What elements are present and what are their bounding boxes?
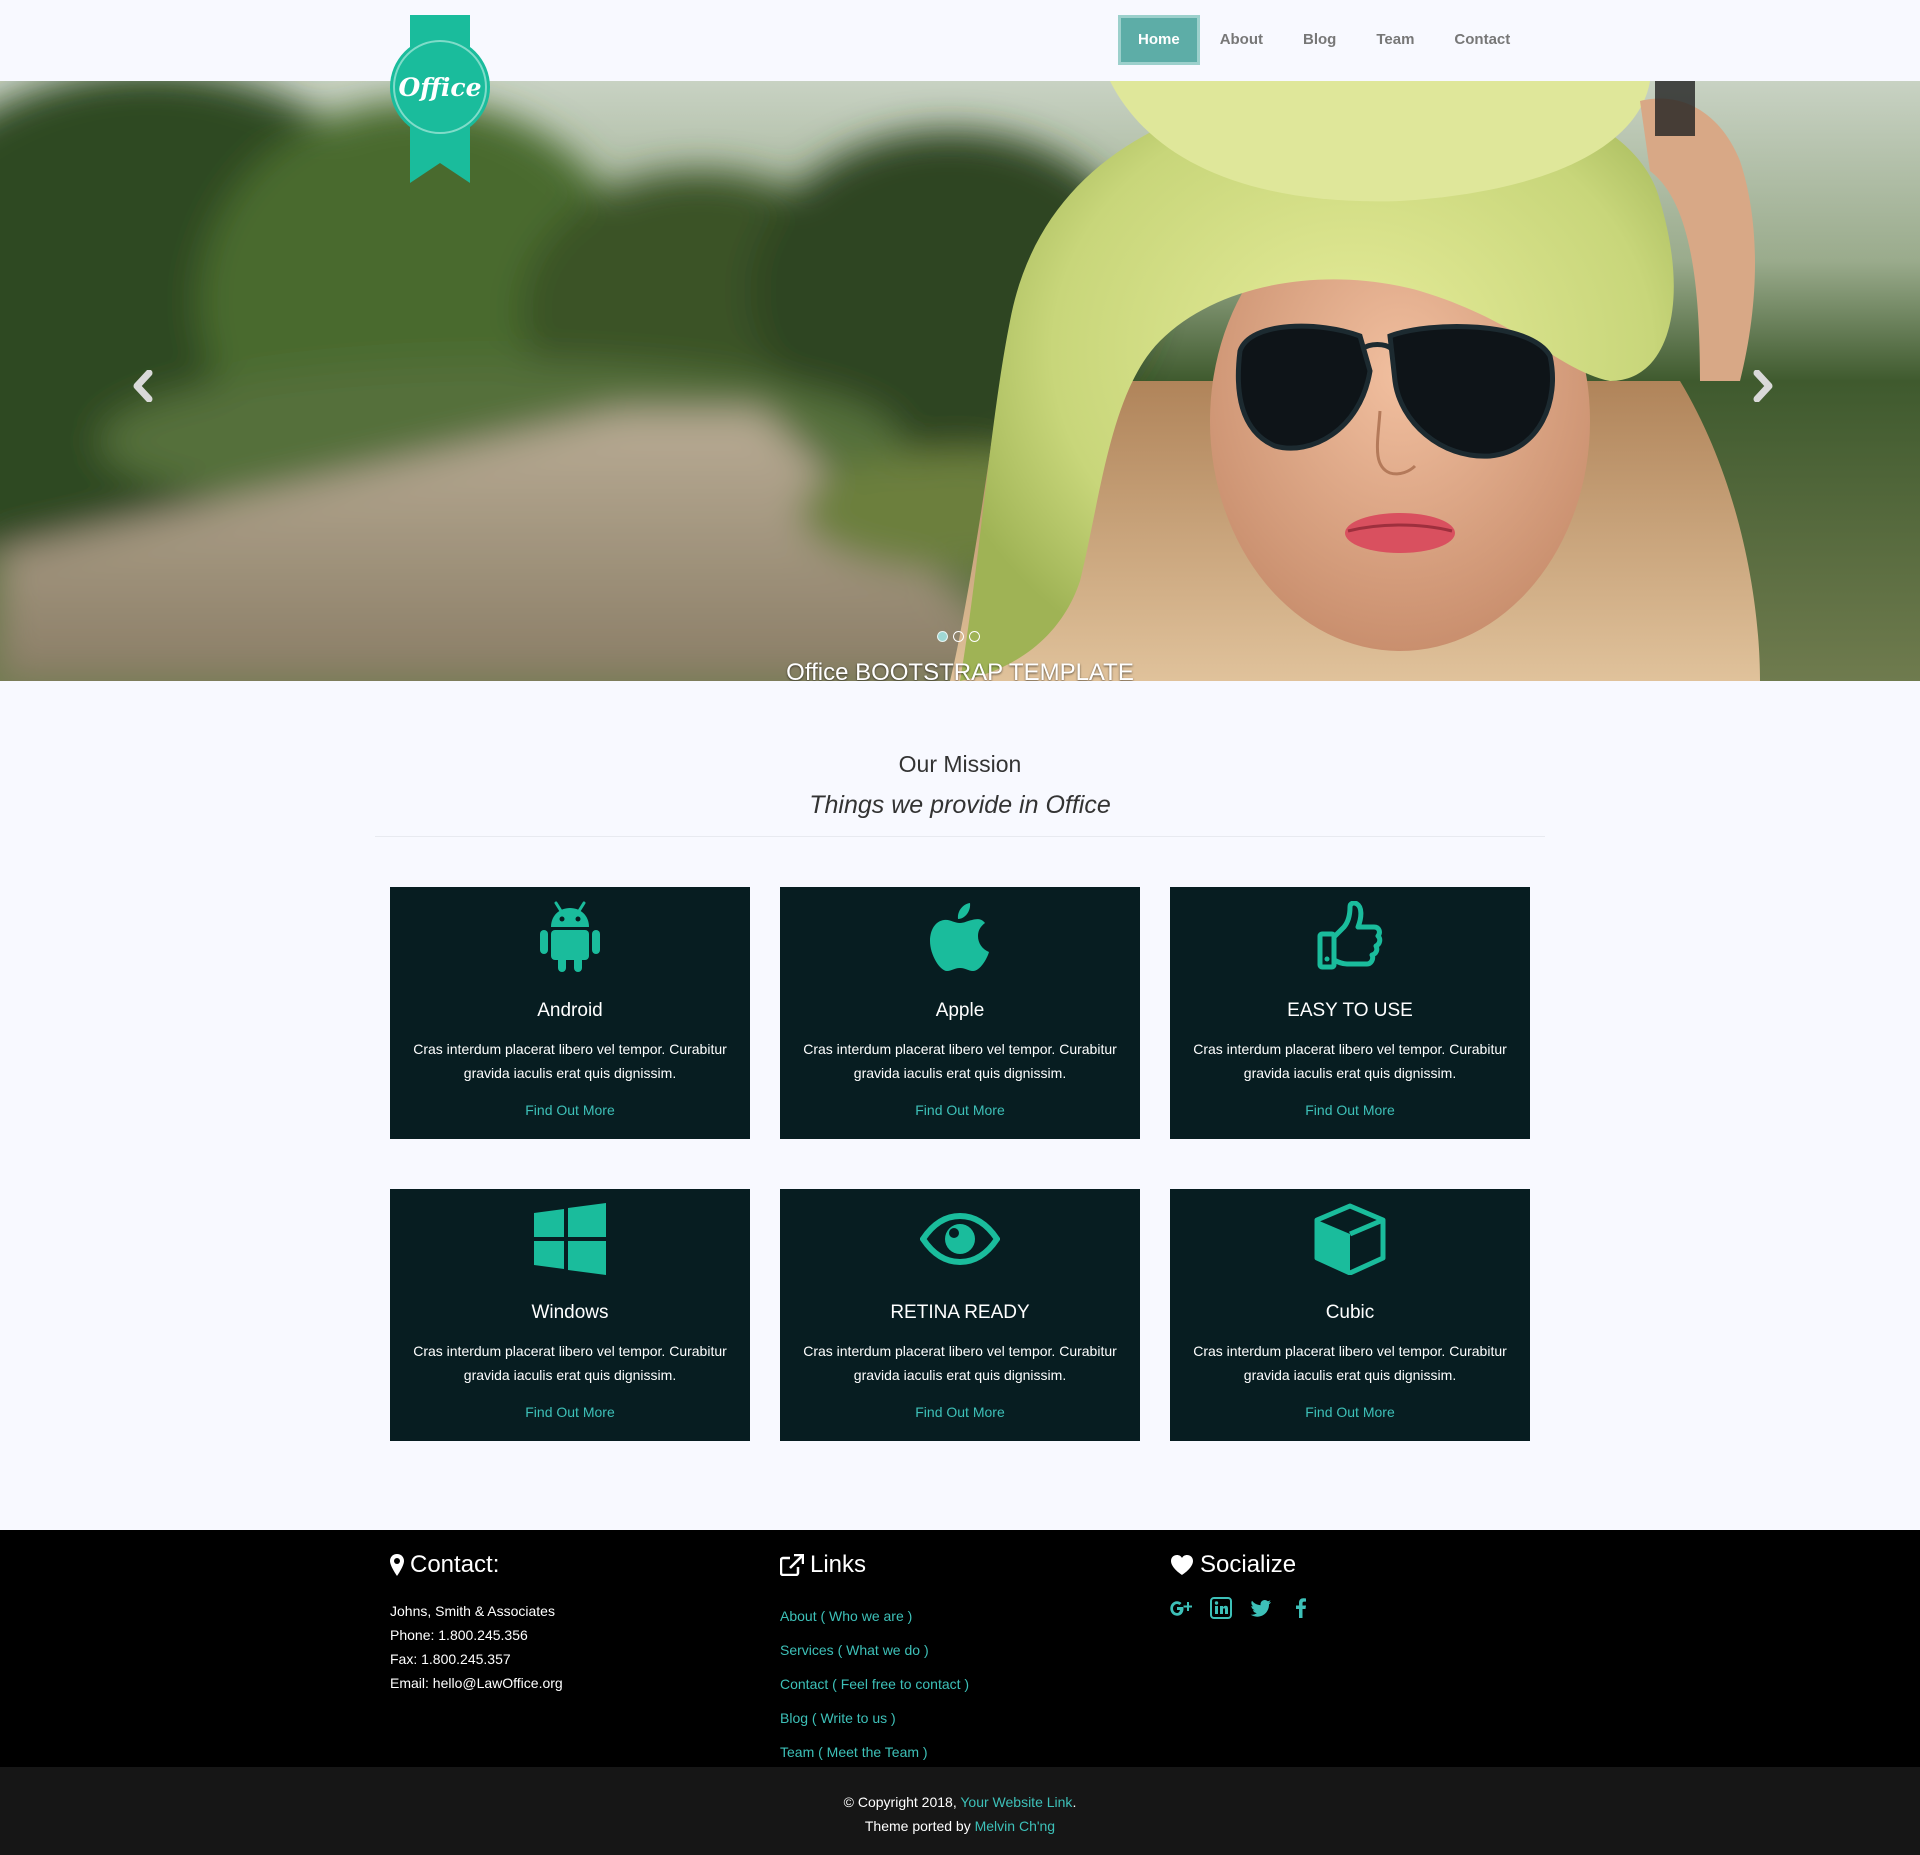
contact-heading: Contact: bbox=[390, 1550, 499, 1580]
author-link[interactable]: Melvin Ch'ng bbox=[975, 1818, 1056, 1834]
chevron-left-icon bbox=[133, 370, 153, 402]
feature-card-cubic: Cubic Cras interdum placerat libero vel … bbox=[1170, 1189, 1530, 1441]
contact-company: Johns, Smith & Associates bbox=[390, 1603, 555, 1619]
nav-blog[interactable]: Blog bbox=[1283, 15, 1356, 65]
contact-fax: Fax: 1.800.245.357 bbox=[390, 1651, 511, 1667]
credit-line: Theme ported by Melvin Ch'ng bbox=[0, 1816, 1920, 1836]
links-heading-text: Links bbox=[810, 1551, 867, 1578]
carousel-prev[interactable] bbox=[118, 361, 168, 411]
find-out-more-link[interactable]: Find Out More bbox=[390, 1402, 750, 1422]
find-out-more-link[interactable]: Find Out More bbox=[1170, 1100, 1530, 1120]
card-title: Apple bbox=[935, 1000, 985, 1021]
mission-subtitle: Things we provide in Office bbox=[809, 791, 1111, 819]
card-text: Cras interdum placerat libero vel tempor… bbox=[803, 1343, 1117, 1383]
nav-contact[interactable]: Contact bbox=[1434, 15, 1530, 65]
feature-card-android: Android Cras interdum placerat libero ve… bbox=[390, 887, 750, 1139]
find-out-more-link[interactable]: Find Out More bbox=[780, 1100, 1140, 1120]
card-title: EASY TO USE bbox=[1287, 1000, 1413, 1021]
hero-caption: Office BOOTSTRAP TEMPLATE bbox=[786, 659, 1134, 681]
twitter-icon bbox=[1250, 1600, 1271, 1617]
android-icon bbox=[540, 901, 600, 972]
footer-links: About ( Who we are ) Services ( What we … bbox=[780, 1599, 969, 1769]
apple-icon bbox=[930, 903, 989, 971]
thumbs-up-icon bbox=[1317, 901, 1383, 970]
external-link-icon bbox=[780, 1554, 804, 1576]
nav-team[interactable]: Team bbox=[1356, 15, 1434, 65]
social-links bbox=[1170, 1597, 1312, 1619]
linkedin-link[interactable] bbox=[1210, 1597, 1232, 1619]
feature-card-easy-to-use: EASY TO USE Cras interdum placerat liber… bbox=[1170, 887, 1530, 1139]
nav-home[interactable]: Home bbox=[1118, 15, 1200, 65]
heart-icon bbox=[1171, 1555, 1193, 1575]
facebook-icon bbox=[1296, 1598, 1306, 1618]
card-title: RETINA READY bbox=[890, 1302, 1030, 1323]
credit-text: Theme ported by bbox=[864, 1818, 975, 1834]
socialize-heading: Socialize bbox=[1170, 1550, 1296, 1580]
card-text: Cras interdum placerat libero vel tempor… bbox=[413, 1041, 727, 1081]
site-footer: Contact: Johns, Smith & Associates Phone… bbox=[0, 1530, 1920, 1767]
cube-icon bbox=[1314, 1203, 1386, 1275]
logo[interactable]: Office bbox=[390, 15, 490, 185]
contact-email: Email: hello@LawOffice.org bbox=[390, 1675, 563, 1691]
carousel-next[interactable] bbox=[1738, 361, 1788, 411]
map-marker-icon bbox=[390, 1554, 404, 1576]
facebook-link[interactable] bbox=[1290, 1597, 1312, 1619]
footer-link-blog[interactable]: Blog ( Write to us ) bbox=[780, 1701, 969, 1735]
feature-card-retina-ready: RETINA READY Cras interdum placerat libe… bbox=[780, 1189, 1140, 1441]
card-text: Cras interdum placerat libero vel tempor… bbox=[1193, 1041, 1507, 1081]
socialize-heading-text: Socialize bbox=[1200, 1551, 1297, 1578]
hero-carousel: Office BOOTSTRAP TEMPLATE bbox=[0, 81, 1920, 681]
copyright-text: © Copyright 2018, bbox=[843, 1794, 961, 1810]
card-text: Cras interdum placerat libero vel tempor… bbox=[1193, 1343, 1507, 1383]
footer-link-about[interactable]: About ( Who we are ) bbox=[780, 1599, 969, 1633]
google-plus-link[interactable] bbox=[1170, 1597, 1193, 1619]
feature-card-apple: Apple Cras interdum placerat libero vel … bbox=[780, 887, 1140, 1139]
find-out-more-link[interactable]: Find Out More bbox=[1170, 1402, 1530, 1422]
section-divider bbox=[375, 836, 1545, 837]
carousel-indicators bbox=[937, 631, 980, 642]
links-heading: Links bbox=[780, 1550, 866, 1580]
windows-icon bbox=[534, 1203, 606, 1275]
linkedin-icon bbox=[1210, 1597, 1232, 1619]
carousel-dot-1[interactable] bbox=[937, 631, 948, 642]
copyright-line: © Copyright 2018, Your Website Link. bbox=[0, 1792, 1920, 1812]
card-title: Windows bbox=[531, 1302, 609, 1323]
feature-card-windows: Windows Cras interdum placerat libero ve… bbox=[390, 1189, 750, 1441]
find-out-more-link[interactable]: Find Out More bbox=[390, 1100, 750, 1120]
contact-details: Johns, Smith & Associates Phone: 1.800.2… bbox=[390, 1599, 563, 1695]
contact-heading-text: Contact: bbox=[410, 1551, 500, 1578]
card-text: Cras interdum placerat libero vel tempor… bbox=[413, 1343, 727, 1383]
copyright-bar: © Copyright 2018, Your Website Link. The… bbox=[0, 1767, 1920, 1855]
footer-link-contact[interactable]: Contact ( Feel free to contact ) bbox=[780, 1667, 969, 1701]
contact-phone: Phone: 1.800.245.356 bbox=[390, 1627, 528, 1643]
card-title: Android bbox=[537, 1000, 603, 1021]
hero-image bbox=[0, 81, 1920, 681]
website-link[interactable]: Your Website Link bbox=[960, 1794, 1072, 1810]
carousel-dot-3[interactable] bbox=[969, 631, 980, 642]
google-plus-icon bbox=[1170, 1601, 1193, 1616]
nav-about[interactable]: About bbox=[1200, 15, 1283, 65]
site-header: Home About Blog Team Contact bbox=[0, 0, 1920, 81]
logo-text: Office bbox=[398, 73, 481, 102]
mission-title: Our Mission bbox=[898, 751, 1022, 777]
footer-link-team[interactable]: Team ( Meet the Team ) bbox=[780, 1735, 969, 1769]
find-out-more-link[interactable]: Find Out More bbox=[780, 1402, 1140, 1422]
eye-icon bbox=[920, 1213, 1000, 1265]
card-text: Cras interdum placerat libero vel tempor… bbox=[803, 1041, 1117, 1081]
main-nav: Home About Blog Team Contact bbox=[1118, 15, 1530, 65]
footer-link-services[interactable]: Services ( What we do ) bbox=[780, 1633, 969, 1667]
card-title: Cubic bbox=[1325, 1302, 1375, 1323]
twitter-link[interactable] bbox=[1250, 1597, 1272, 1619]
logo-ribbon-icon: Office bbox=[390, 15, 490, 183]
copyright-suffix: . bbox=[1072, 1794, 1077, 1810]
chevron-right-icon bbox=[1753, 370, 1773, 402]
carousel-dot-2[interactable] bbox=[953, 631, 964, 642]
